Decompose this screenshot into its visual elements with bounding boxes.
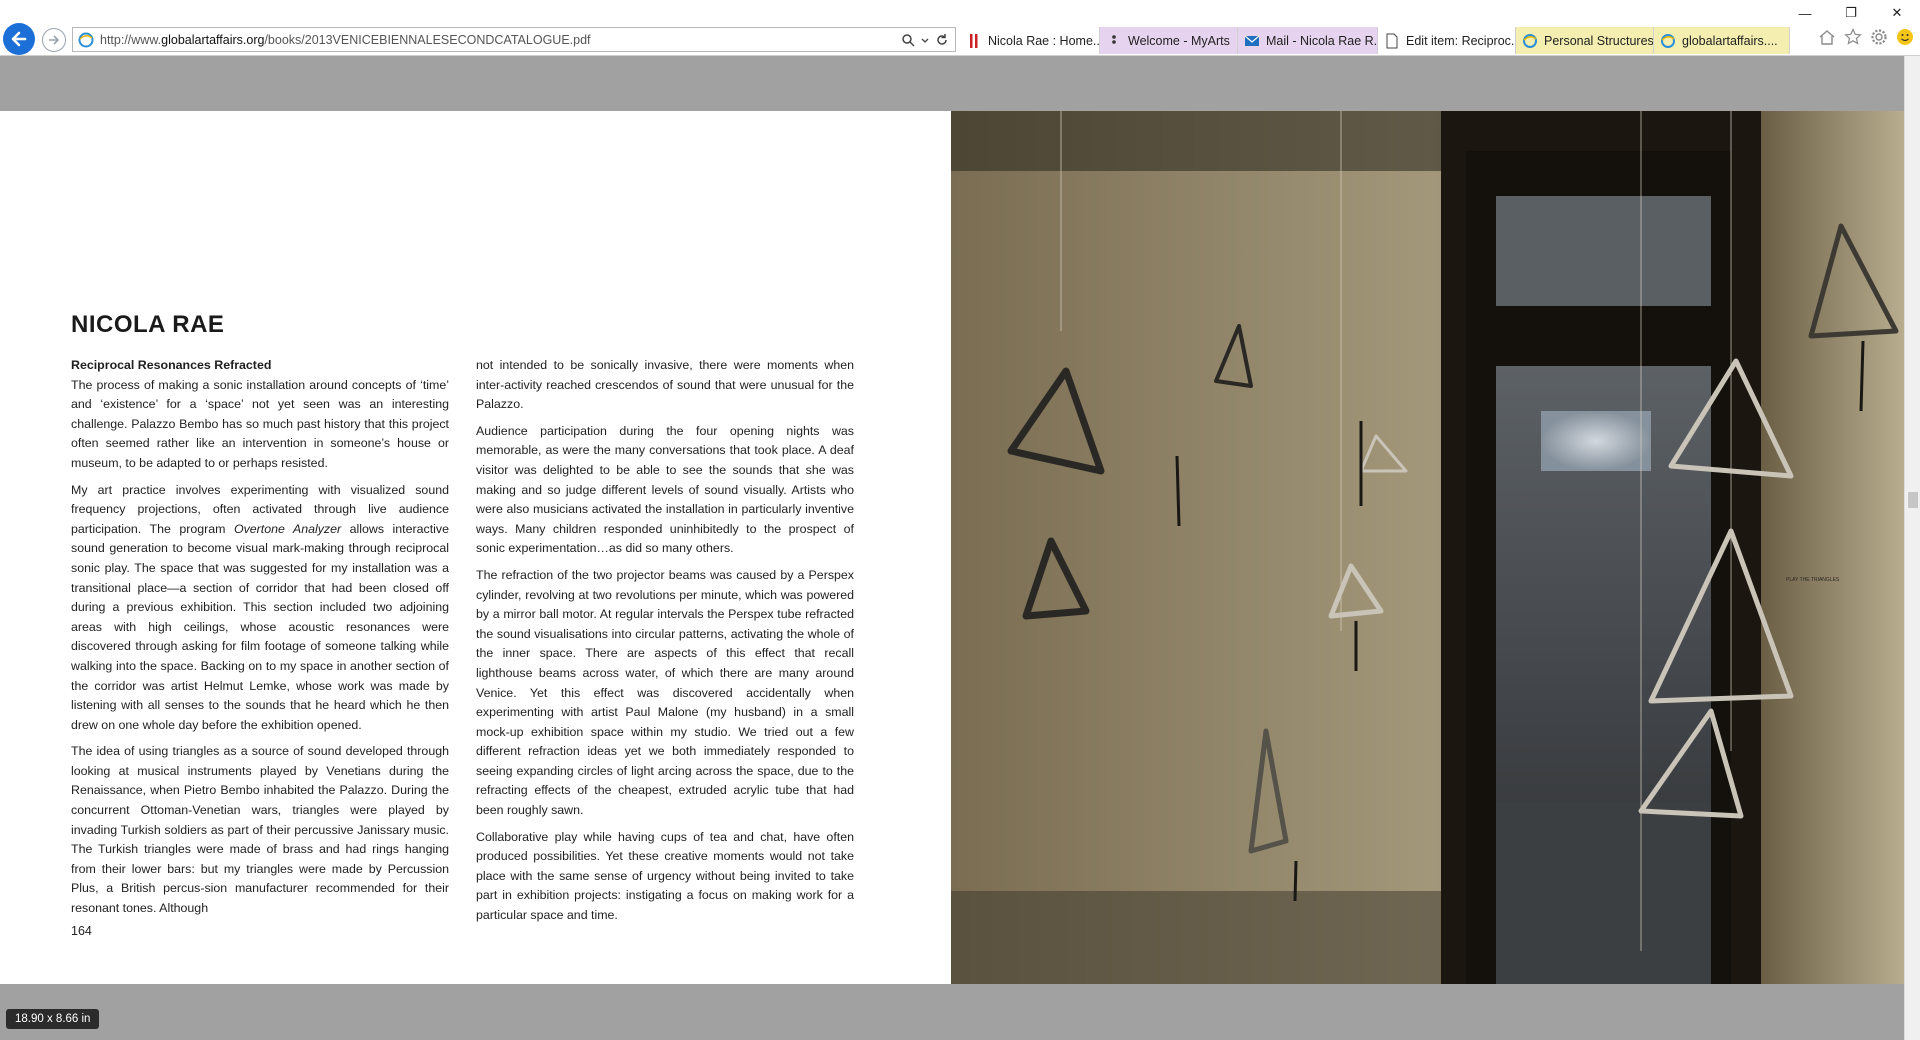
paragraph: The idea of using triangles as a source … [71,744,449,916]
paragraph: Collaborative play while having cups of … [476,829,854,923]
star-icon[interactable] [1844,28,1862,46]
toolbar-right [1818,28,1914,46]
tab-label: Edit item: Reciproc... [1406,33,1516,48]
tab-nicola-rae-home[interactable]: Nicola Rae : Home... [960,27,1100,54]
paragraph: The refraction of the two projector beam… [476,567,854,818]
url-path: /books/2013VENICEBIENNALESECONDCATALOGUE… [264,32,591,47]
refresh-icon[interactable] [935,33,949,47]
search-icon[interactable] [901,33,915,47]
ie-icon [1522,33,1538,49]
viewer-background-top [0,56,1904,111]
article-heading: Reciprocal Resonances Refracted [71,358,272,372]
paragraph: Audience participation during the four o… [476,423,854,556]
arrow-right-icon [49,35,60,45]
tab-label: Nicola Rae : Home... [988,33,1100,48]
smiley-icon[interactable] [1896,28,1914,46]
paragraph: My art practice involves experimenting w… [71,481,449,736]
page-title: NICOLA RAE [71,311,225,338]
pdf-page: NICOLA RAE Reciprocal Resonances Refract… [0,111,951,984]
chevron-down-icon[interactable] [921,33,929,47]
tab-mail[interactable]: Mail - Nicola Rae R... [1238,27,1378,54]
close-window-button[interactable]: ✕ [1874,0,1920,26]
tab-edit-item[interactable]: Edit item: Reciproc... [1378,27,1516,54]
tab-label: globalartaffairs.... [1682,33,1778,48]
mail-icon [1244,33,1260,49]
wall-sign: PLAY THE TRIANGLES [1786,577,1840,583]
url-domain: globalartaffairs.org [161,32,265,47]
installation-photo: PLAY THE TRIANGLES [951,111,1904,984]
dots-icon [1106,33,1122,49]
page-icon [1384,33,1400,49]
tab-label: Welcome - MyArts [1128,33,1230,48]
photo-image: PLAY THE TRIANGLES [951,111,1904,984]
paragraph: not intended to be sonically invasive, t… [476,358,854,412]
tab-label: Mail - Nicola Rae R... [1266,33,1378,48]
close-tab-icon[interactable]: ✕ [1788,34,1789,48]
paragraph-text: allows interactive sound generation to b… [71,521,449,732]
page-number: 164 [71,924,92,938]
viewer-background-bottom [0,984,1904,1040]
red-bars-icon [966,33,982,49]
back-button[interactable] [3,23,35,55]
restore-button[interactable]: ❐ [1828,0,1874,26]
vertical-scrollbar[interactable] [1904,56,1920,1040]
ie-icon [1660,33,1676,49]
tab-strip: Nicola Rae : Home... Welcome - MyArts Ma… [960,27,1790,54]
tab-welcome-myarts[interactable]: Welcome - MyArts [1100,27,1238,54]
text-column-right: not intended to be sonically invasive, t… [476,356,854,933]
gear-icon[interactable] [1870,28,1888,46]
minimize-button[interactable]: — [1782,0,1828,26]
page-size-badge: 18.90 x 8.66 in [6,1009,100,1029]
program-name: Overtone Analyzer [233,521,342,536]
forward-button[interactable] [42,28,66,52]
address-url[interactable]: http://www.globalartaffairs.org/books/20… [100,33,901,47]
window-controls: — ❐ ✕ [1782,0,1920,26]
url-prefix: http://www. [100,32,162,47]
tab-label: Personal Structures... [1544,33,1654,48]
ie-icon [78,32,94,47]
address-bar[interactable]: http://www.globalartaffairs.org/books/20… [72,27,956,52]
text-column-left: Reciprocal Resonances Refracted The proc… [71,356,449,926]
home-icon[interactable] [1818,28,1836,46]
scrollbar-thumb[interactable] [1908,492,1918,508]
browser-chrome: — ❐ ✕ http://www.globalartaffairs.org/bo… [0,0,1920,56]
arrow-left-icon [11,31,27,47]
tab-globalartaffairs[interactable]: globalartaffairs.... ✕ [1654,27,1790,54]
tab-personal-structures[interactable]: Personal Structures... [1516,27,1654,54]
paragraph: The process of making a sonic installati… [71,377,449,470]
